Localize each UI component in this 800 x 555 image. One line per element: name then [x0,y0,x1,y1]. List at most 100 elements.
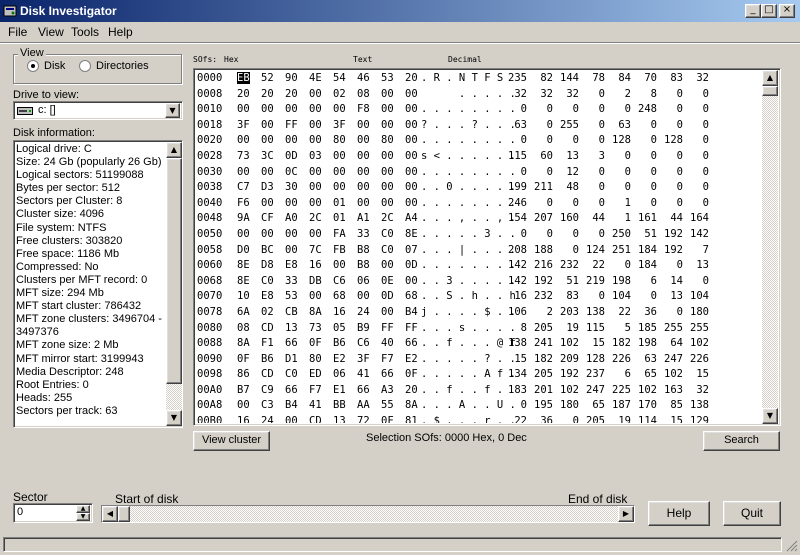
hex-scroll-thumb[interactable] [762,86,778,96]
hex-byte[interactable]: 00 [333,150,346,162]
hex-byte[interactable]: 33 [285,275,298,287]
hex-byte[interactable]: 00 [285,103,298,115]
hex-byte[interactable]: 7C [309,244,322,256]
hex-row[interactable]: 0018 3F 00 FF 00 3F 00 00 00? . . . ? . . . 63 0 25… [196,118,762,134]
sector-decrement[interactable]: ▼ [76,513,90,521]
hex-byte[interactable]: E2 [333,353,346,365]
hex-byte[interactable]: 00 [237,103,250,115]
hex-byte[interactable]: E8 [261,290,274,302]
hex-byte[interactable]: 00 [261,119,274,131]
menu-help[interactable]: Help [108,25,133,39]
hex-byte[interactable]: 00 [381,88,394,100]
hex-byte[interactable]: 00 [309,228,322,240]
hex-byte[interactable]: B8 [357,244,370,256]
hex-byte[interactable]: 00 [381,181,394,193]
hex-byte[interactable]: 00 [309,290,322,302]
hex-byte[interactable]: CB [285,306,298,318]
hex-row[interactable]: 00A0 B7 C9 66 F7 E1 66 A3 20. . f . . f . 183 201… [196,383,762,399]
hex-byte[interactable]: 00 [405,119,418,131]
hex-byte[interactable]: 55 [381,399,394,411]
hex-byte[interactable]: 0F [309,337,322,349]
hex-byte[interactable]: 00 [357,119,370,131]
hex-byte[interactable]: D8 [261,259,274,271]
disk-info-list[interactable]: Logical drive: C Size: 24 Gb (popularly 2… [13,140,183,428]
hex-row[interactable]: 0088 8A F1 66 0F B6 C6 40 66. . f . . . @ f 138 24… [196,336,762,352]
hex-byte[interactable]: 6A [237,306,250,318]
hex-row[interactable]: 0080 08 CD 13 73 05 B9 FF FF. . . s . . . . 8 205 1… [196,321,762,337]
hex-byte[interactable]: B6 [333,337,346,349]
hex-byte[interactable]: 00 [237,228,250,240]
help-button[interactable]: Help [648,501,710,526]
hex-byte[interactable]: 2C [309,212,322,224]
hex-row[interactable]: 0050 00 00 00 00 FA 33 C0 8E. . . . . 3 . .00002… [196,227,762,243]
hex-byte[interactable]: 00 [285,228,298,240]
hex-byte[interactable]: 52 [261,72,274,84]
disk-scroll-right[interactable]: ▶ [618,506,634,522]
hex-byte[interactable]: 13 [333,415,346,423]
disk-info-scroll-up[interactable]: ▲ [166,142,182,158]
disk-info-scroll-thumb[interactable] [166,158,182,384]
view-disk-radio[interactable] [27,60,39,75]
hex-byte[interactable]: 01 [333,197,346,209]
hex-row[interactable]: 0098 86 CD C0 ED 06 41 66 0F. . . . . A f . 134 20… [196,367,762,383]
hex-byte[interactable]: CD [309,415,322,423]
hex-byte[interactable]: 24 [357,306,370,318]
hex-byte[interactable]: 0F [237,353,250,365]
hex-byte[interactable]: 00 [357,290,370,302]
hex-byte[interactable]: 00 [285,134,298,146]
hex-byte[interactable]: 41 [309,399,322,411]
hex-byte[interactable]: 01 [333,212,346,224]
hex-byte[interactable]: D0 [237,244,250,256]
hex-byte[interactable]: 20 [405,384,418,396]
quit-button[interactable]: Quit [723,501,781,526]
hex-byte[interactable]: 07 [405,244,418,256]
hex-scroll-track[interactable] [762,86,778,408]
hex-byte[interactable]: 80 [309,353,322,365]
hex-byte[interactable]: 86 [237,368,250,380]
hex-byte[interactable]: 00 [357,181,370,193]
hex-byte[interactable]: 40 [381,337,394,349]
hex-byte[interactable]: B4 [285,399,298,411]
hex-byte[interactable]: E8 [285,259,298,271]
hex-byte[interactable]: 0C [285,166,298,178]
hex-byte[interactable]: 8A [237,337,250,349]
menu-file[interactable]: File [8,25,27,39]
hex-byte[interactable]: 00 [405,150,418,162]
hex-byte[interactable]: 2C [381,212,394,224]
hex-byte[interactable]: 80 [333,134,346,146]
hex-row[interactable]: 0090 0F B6 D1 80 E2 3F F7 E2. . . . . ? . . 15 182… [196,352,762,368]
hex-row[interactable]: 0008 20 20 20 00 02 08 00 00 . . . . . 32 32 32 0 2 8 0… [196,87,762,103]
hex-byte[interactable]: AA [357,399,370,411]
hex-byte[interactable]: B8 [357,259,370,271]
hex-byte[interactable]: F1 [261,337,274,349]
hex-byte[interactable]: 02 [261,306,274,318]
hex-byte[interactable]: 00 [381,103,394,115]
hex-byte[interactable]: 72 [357,415,370,423]
hex-row[interactable]: 0040 F6 00 00 00 01 00 00 00. . . . . . . . 246 0 0… [196,196,762,212]
hex-byte[interactable]: 00 [309,166,322,178]
hex-byte[interactable]: 66 [381,368,394,380]
hex-byte[interactable]: 0F [405,368,418,380]
hex-byte[interactable]: 00 [381,259,394,271]
disk-info-scroll-down[interactable]: ▼ [166,410,182,426]
hex-byte[interactable]: 8A [309,306,322,318]
hex-byte[interactable]: 00 [285,415,298,423]
hex-byte[interactable]: 00 [309,103,322,115]
hex-byte[interactable]: FF [405,322,418,334]
disk-scroll-track[interactable] [130,506,618,522]
hex-row[interactable]: 00B0 16 24 00 CD 13 72 0F 81. $ . . . r . . 22 36 0… [196,414,762,423]
hex-byte[interactable]: C3 [261,399,274,411]
hex-byte[interactable]: E2 [405,353,418,365]
hex-byte[interactable]: 00 [237,399,250,411]
hex-byte[interactable]: 90 [285,72,298,84]
hex-byte[interactable]: F6 [237,197,250,209]
hex-row[interactable]: 0030 00 00 0C 00 00 00 00 00. . . . . . . . 0 0 12 0… [196,165,762,181]
hex-byte[interactable]: 0D [405,259,418,271]
hex-byte[interactable]: C6 [333,275,346,287]
hex-byte[interactable]: 00 [285,197,298,209]
hex-byte[interactable]: 46 [357,72,370,84]
hex-byte[interactable]: 00 [381,197,394,209]
hex-byte[interactable]: 4E [309,72,322,84]
hex-byte[interactable]: F7 [309,384,322,396]
hex-byte[interactable]: 73 [237,150,250,162]
